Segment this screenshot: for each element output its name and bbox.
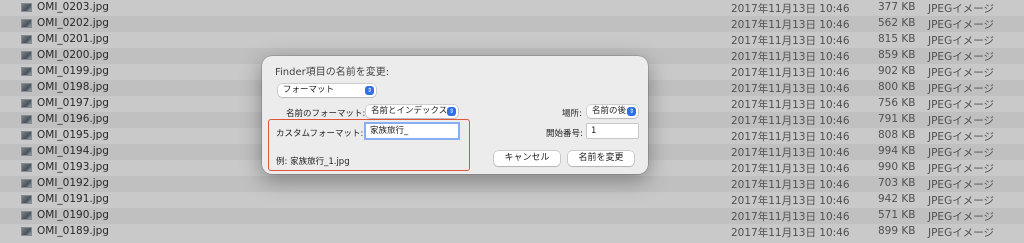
annotation-highlight-box bbox=[268, 119, 470, 171]
name-format-select-value: 名前とインデックス bbox=[371, 106, 448, 116]
location-select[interactable]: 名前の後 ⇕ bbox=[587, 105, 638, 118]
start-number-label: 開始番号: bbox=[546, 129, 583, 139]
mode-select[interactable]: フォーマット ⇕ bbox=[278, 84, 376, 97]
mode-select-value: フォーマット bbox=[283, 85, 335, 95]
rename-button[interactable]: 名前を変更 bbox=[568, 151, 634, 166]
chevron-updown-icon: ⇕ bbox=[365, 86, 374, 95]
start-number-input[interactable]: 1 bbox=[587, 124, 638, 138]
chevron-updown-icon: ⇕ bbox=[627, 107, 636, 116]
dialog-title: Finder項目の名前を変更: bbox=[275, 67, 390, 78]
name-format-label: 名前のフォーマット: bbox=[286, 109, 366, 119]
location-label: 場所: bbox=[562, 109, 582, 119]
cancel-button[interactable]: キャンセル bbox=[494, 151, 560, 166]
location-select-value: 名前の後 bbox=[592, 106, 627, 116]
name-format-select[interactable]: 名前とインデックス ⇕ bbox=[366, 105, 458, 118]
chevron-updown-icon: ⇕ bbox=[447, 107, 456, 116]
